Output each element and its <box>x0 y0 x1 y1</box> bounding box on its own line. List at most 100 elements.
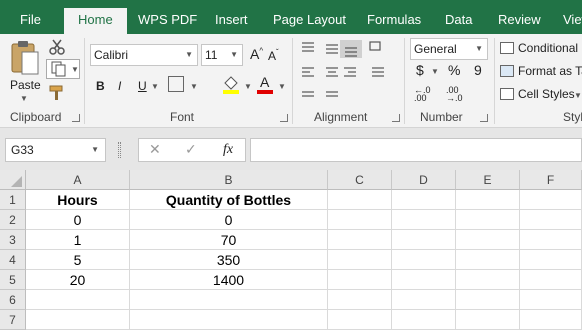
column-header-c[interactable]: C <box>328 170 392 190</box>
row-header-6[interactable]: 6 <box>0 290 26 310</box>
row-header-4[interactable]: 4 <box>0 250 26 270</box>
tab-insert[interactable]: Insert <box>215 0 248 34</box>
tab-home[interactable]: Home <box>64 8 127 34</box>
cell-c7[interactable] <box>328 310 392 330</box>
percent-format-button[interactable]: % <box>448 62 460 78</box>
cell-b6[interactable] <box>130 290 328 310</box>
clipboard-launcher-icon[interactable] <box>72 114 80 122</box>
font-size-dropdown[interactable]: 11 ▼ <box>201 44 243 66</box>
cell-e1[interactable] <box>456 190 520 210</box>
bold-button[interactable]: B <box>96 79 105 93</box>
cell-a6[interactable] <box>26 290 130 310</box>
tab-view[interactable]: View <box>563 0 582 34</box>
decrease-font-size-icon[interactable]: Aˇ <box>268 48 279 63</box>
currency-format-button[interactable]: $ <box>416 62 424 78</box>
font-name-dropdown[interactable]: Calibri ▼ <box>90 44 198 66</box>
cell-d3[interactable] <box>392 230 456 250</box>
cell-b1[interactable]: Quantity of Bottles <box>130 190 328 210</box>
column-header-a[interactable]: A <box>26 170 130 190</box>
cell-styles-button[interactable]: Cell Styles ▼ <box>500 86 582 104</box>
column-header-b[interactable]: B <box>130 170 328 190</box>
cell-d2[interactable] <box>392 210 456 230</box>
chevron-down-icon: ▼ <box>20 94 28 103</box>
cell-d4[interactable] <box>392 250 456 270</box>
cancel-icon[interactable]: ✕ <box>149 141 161 158</box>
cell-b2[interactable]: 0 <box>130 210 328 230</box>
increase-decimal-icon[interactable]: ←.0.00 <box>414 86 431 103</box>
cell-a2[interactable]: 0 <box>26 210 130 230</box>
alignment-launcher-icon[interactable] <box>392 114 400 122</box>
tab-wps-pdf[interactable]: WPS PDF <box>138 0 197 34</box>
conditional-formatting-button[interactable]: Conditional <box>500 40 582 58</box>
cell-e2[interactable] <box>456 210 520 230</box>
cell-e7[interactable] <box>456 310 520 330</box>
cell-f5[interactable] <box>520 270 582 290</box>
copy-button[interactable]: ▼ <box>46 59 80 79</box>
cell-a3[interactable]: 1 <box>26 230 130 250</box>
font-color-button[interactable]: A <box>256 74 274 94</box>
font-launcher-icon[interactable] <box>280 114 288 122</box>
cell-b3[interactable]: 70 <box>130 230 328 250</box>
format-painter-button[interactable] <box>48 84 66 102</box>
cell-b4[interactable]: 350 <box>130 250 328 270</box>
enter-check-icon[interactable]: ✓ <box>185 141 197 158</box>
tab-data[interactable]: Data <box>445 0 472 34</box>
cell-a5[interactable]: 20 <box>26 270 130 290</box>
ribbon: Paste ▼ ▼ Clipboard Calibri ▼ 11 ▼ A^ Aˇ <box>0 34 582 128</box>
cell-f1[interactable] <box>520 190 582 210</box>
number-launcher-icon[interactable] <box>480 114 488 122</box>
cell-c2[interactable] <box>328 210 392 230</box>
cell-a7[interactable] <box>26 310 130 330</box>
cell-e6[interactable] <box>456 290 520 310</box>
row-header-1[interactable]: 1 <box>0 190 26 210</box>
tab-review[interactable]: Review <box>498 0 541 34</box>
insert-function-button[interactable]: fx <box>223 142 233 158</box>
italic-button[interactable]: I <box>118 79 121 93</box>
tab-page-layout[interactable]: Page Layout <box>273 0 346 34</box>
formula-input[interactable] <box>250 138 582 162</box>
resize-handle[interactable] <box>118 142 121 158</box>
comma-format-button[interactable]: 9 <box>474 62 482 78</box>
name-box[interactable]: G33 ▼ <box>5 138 106 162</box>
fill-color-button[interactable] <box>222 74 240 94</box>
cell-d6[interactable] <box>392 290 456 310</box>
cell-c5[interactable] <box>328 270 392 290</box>
cell-f3[interactable] <box>520 230 582 250</box>
row-header-2[interactable]: 2 <box>0 210 26 230</box>
cell-d5[interactable] <box>392 270 456 290</box>
format-as-table-button[interactable]: Format as Ta <box>500 63 582 81</box>
tab-file[interactable]: File <box>20 0 41 34</box>
cell-f6[interactable] <box>520 290 582 310</box>
row-header-3[interactable]: 3 <box>0 230 26 250</box>
cell-a4[interactable]: 5 <box>26 250 130 270</box>
cell-d1[interactable] <box>392 190 456 210</box>
cell-e3[interactable] <box>456 230 520 250</box>
cell-b5[interactable]: 1400 <box>130 270 328 290</box>
decrease-decimal-icon[interactable]: .00 →.0 <box>446 86 463 103</box>
paste-button[interactable]: Paste ▼ <box>8 38 42 103</box>
column-header-f[interactable]: F <box>520 170 582 190</box>
cell-a1[interactable]: Hours <box>26 190 130 210</box>
cell-d7[interactable] <box>392 310 456 330</box>
cell-c3[interactable] <box>328 230 392 250</box>
cell-e4[interactable] <box>456 250 520 270</box>
cell-b7[interactable] <box>130 310 328 330</box>
row-header-7[interactable]: 7 <box>0 310 26 330</box>
cell-f7[interactable] <box>520 310 582 330</box>
number-format-dropdown[interactable]: General ▼ <box>410 38 488 60</box>
cell-c4[interactable] <box>328 250 392 270</box>
tab-formulas[interactable]: Formulas <box>367 0 421 34</box>
cell-c6[interactable] <box>328 290 392 310</box>
cell-f4[interactable] <box>520 250 582 270</box>
cell-c1[interactable] <box>328 190 392 210</box>
cut-button[interactable] <box>48 38 66 56</box>
column-header-e[interactable]: E <box>456 170 520 190</box>
borders-icon[interactable] <box>168 76 184 92</box>
column-header-d[interactable]: D <box>392 170 456 190</box>
increase-font-size-icon[interactable]: A^ <box>250 46 263 62</box>
row-header-5[interactable]: 5 <box>0 270 26 290</box>
select-all-corner[interactable] <box>0 170 26 190</box>
underline-button[interactable]: U <box>138 79 147 93</box>
cell-e5[interactable] <box>456 270 520 290</box>
cell-f2[interactable] <box>520 210 582 230</box>
